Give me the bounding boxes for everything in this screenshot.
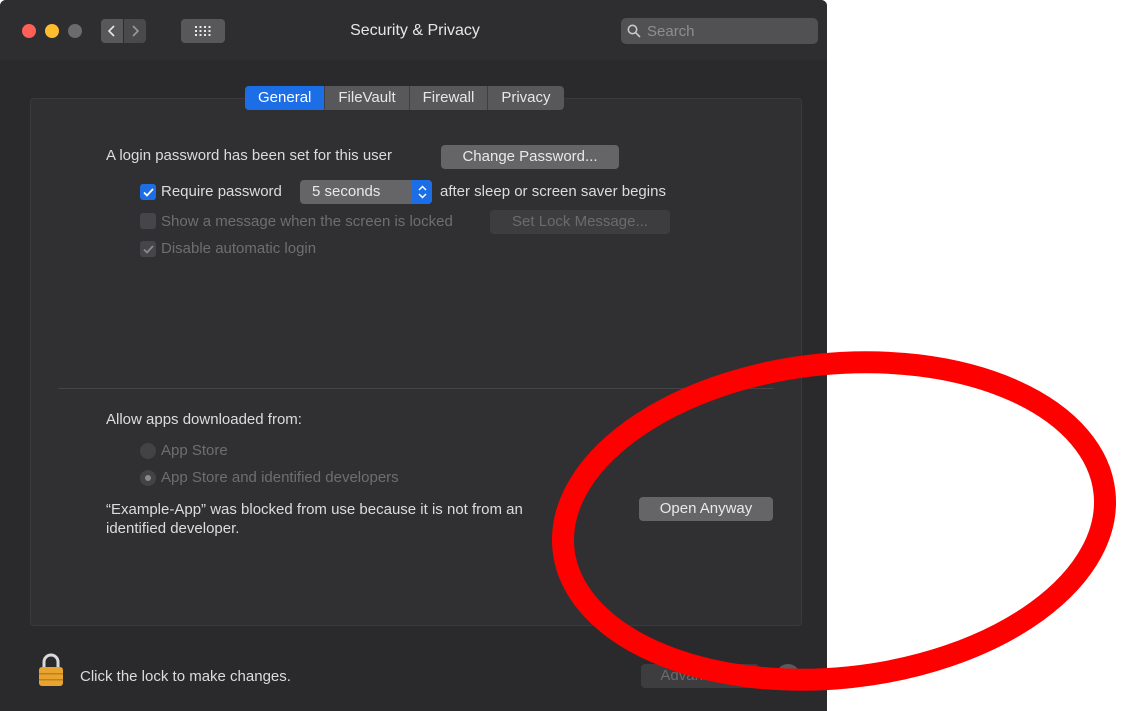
require-password-select[interactable]: 5 seconds	[300, 180, 432, 204]
checkmark-icon	[142, 187, 154, 197]
disable-autologin-checkbox[interactable]	[140, 241, 156, 257]
app-store-developers-label: App Store and identified developers	[161, 469, 399, 486]
search-icon	[627, 24, 641, 38]
require-password-label: Require password	[161, 183, 282, 200]
require-password-suffix: after sleep or screen saver begins	[440, 183, 666, 200]
require-password-checkbox[interactable]	[140, 184, 156, 200]
security-privacy-window: Security & Privacy Search General FileVa…	[0, 0, 827, 711]
search-placeholder: Search	[647, 22, 695, 40]
tab-privacy[interactable]: Privacy	[488, 86, 563, 110]
lock-icon[interactable]	[37, 652, 65, 688]
show-all-button[interactable]	[181, 19, 225, 43]
login-password-text: A login password has been set for this u…	[106, 147, 392, 164]
show-message-label: Show a message when the screen is locked	[161, 213, 453, 230]
title-bar: Security & Privacy Search	[0, 0, 827, 60]
chevron-left-icon	[108, 25, 115, 37]
tab-firewall[interactable]: Firewall	[410, 86, 489, 110]
window-title: Security & Privacy	[350, 22, 480, 39]
tab-general[interactable]: General	[245, 86, 326, 110]
checkmark-icon	[142, 244, 154, 254]
minimize-window-button[interactable]	[45, 24, 59, 38]
zoom-window-button[interactable]	[68, 24, 82, 38]
set-lock-message-button[interactable]: Set Lock Message...	[490, 210, 670, 234]
close-window-button[interactable]	[22, 24, 36, 38]
section-divider	[58, 388, 774, 389]
app-store-label: App Store	[161, 442, 228, 459]
search-field[interactable]: Search	[621, 18, 818, 44]
chevron-right-icon	[132, 25, 139, 37]
disable-autologin-label: Disable automatic login	[161, 240, 317, 257]
forward-button[interactable]	[124, 19, 146, 43]
blocked-message-line2: identified developer.	[106, 520, 240, 537]
app-store-developers-radio[interactable]	[140, 470, 156, 486]
settings-panel	[30, 98, 802, 626]
tab-filevault[interactable]: FileVault	[325, 86, 410, 110]
lock-message: Click the lock to make changes.	[80, 668, 291, 685]
app-store-radio[interactable]	[140, 443, 156, 459]
blocked-message-line1: “Example-App” was blocked from use becau…	[106, 501, 523, 518]
advanced-button[interactable]: Advanced...	[641, 664, 759, 688]
tab-bar: General FileVault Firewall Privacy	[245, 86, 564, 110]
open-anyway-button[interactable]: Open Anyway	[639, 497, 773, 521]
allow-apps-heading: Allow apps downloaded from:	[106, 411, 302, 428]
require-password-value: 5 seconds	[312, 183, 381, 200]
back-button[interactable]	[101, 19, 123, 43]
help-button[interactable]: ?	[776, 664, 800, 688]
grid-icon	[195, 26, 211, 36]
select-arrows-icon	[412, 180, 432, 204]
show-message-checkbox[interactable]	[140, 213, 156, 229]
change-password-button[interactable]: Change Password...	[441, 145, 619, 169]
